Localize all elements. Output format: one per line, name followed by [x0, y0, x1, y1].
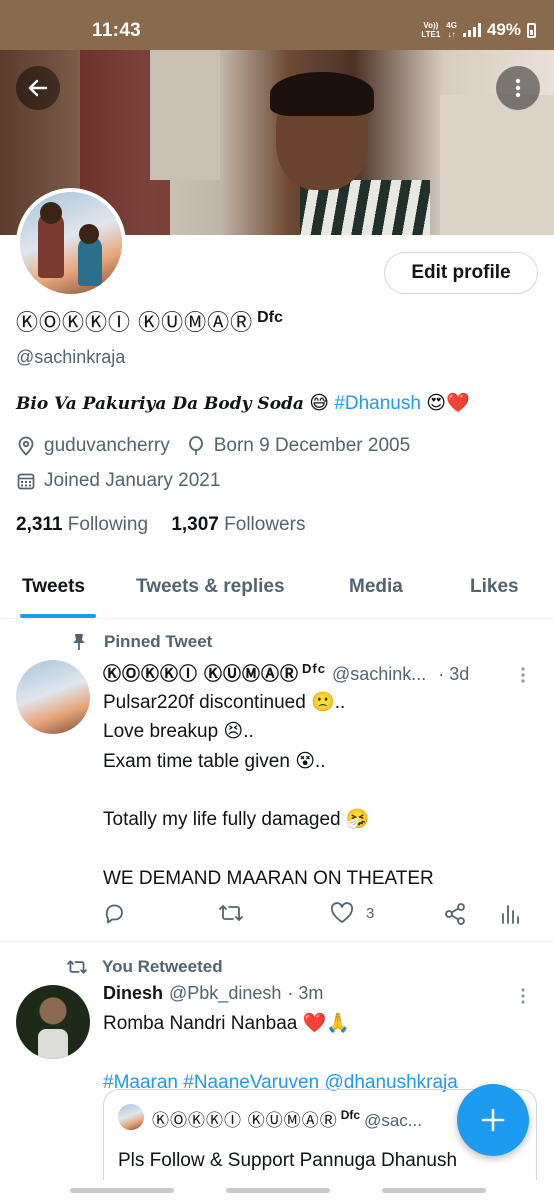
like-button[interactable]: 3 — [330, 902, 374, 924]
more-options-button[interactable] — [496, 66, 540, 110]
tweet-actions: 3 — [103, 902, 533, 928]
tweet-author-handle: @sachink... — [331, 664, 427, 684]
location-icon — [16, 436, 36, 456]
birthday-text: Born 9 December 2005 — [213, 435, 411, 456]
nav-back[interactable] — [382, 1188, 486, 1193]
quoted-text: Pls Follow & Support Pannuga Dhanush — [118, 1150, 458, 1171]
more-vertical-icon — [521, 988, 525, 1004]
followers-link[interactable]: 1,307 Followers — [171, 514, 305, 535]
status-bar: 11:43 Vo)) LTE1 4G ↓↑ 49% — [0, 0, 554, 50]
tweet-author-name[interactable]: Dinesh — [103, 983, 163, 1004]
status-time: 11:43 — [92, 20, 142, 41]
tab-media[interactable]: Media — [349, 576, 403, 598]
analytics-icon — [502, 905, 519, 924]
tweet-more-button[interactable] — [520, 666, 526, 684]
tweet-item[interactable]: You Retweeted Dinesh @Pbk_dinesh · 3m Ro… — [0, 943, 554, 1200]
tweet-avatar[interactable] — [16, 660, 90, 734]
analytics-button[interactable] — [501, 902, 519, 924]
tab-likes[interactable]: Likes — [470, 576, 519, 598]
pin-icon — [68, 633, 90, 651]
more-vertical-icon — [521, 667, 525, 683]
tweet-more-button[interactable] — [520, 987, 526, 1005]
battery-percent: 49% — [486, 20, 521, 39]
tweet-header: Dinesh @Pbk_dinesh · 3m — [103, 983, 323, 1004]
pinned-context: Pinned Tweet — [68, 632, 212, 652]
arrow-left-icon — [28, 79, 48, 97]
tweet-header: ⓀⓄⓀⓀⒾ ⓀⓊⓂⒶⓇ Dfc @sachink... · 3d — [103, 660, 469, 686]
profile-meta-row: guduvancherry Born 9 December 2005 — [16, 435, 410, 457]
battery-icon — [527, 22, 536, 38]
share-icon — [445, 903, 465, 925]
tab-tweets[interactable]: Tweets — [22, 576, 85, 598]
active-tab-indicator — [20, 614, 96, 618]
tweet-item[interactable]: Pinned Tweet ⓀⓄⓀⓀⒾ ⓀⓊⓂⒶⓇ Dfc @sachink... … — [0, 620, 554, 942]
nav-recents[interactable] — [70, 1188, 174, 1193]
status-icons: Vo)) LTE1 4G ↓↑ 49% — [421, 20, 536, 40]
tweet-text: Pulsar220f discontinued 🙁.. Love breakup … — [103, 692, 434, 889]
location-text: guduvancherry — [44, 435, 170, 456]
retweet-context: You Retweeted — [66, 957, 223, 977]
plus-icon — [481, 1108, 505, 1132]
follow-stats: 2,311 Following 1,307 Followers — [16, 514, 305, 536]
edit-profile-button[interactable]: Edit profile — [384, 252, 538, 294]
profile-bio: Bio Va Pakuriya Da Body Soda 😅 #Dhanush … — [16, 393, 470, 414]
retweet-icon — [66, 958, 88, 976]
tweet-time: · 3d — [438, 664, 470, 684]
tweet-text: Romba Nandri Nanbaa ❤️🙏 #Maaran #NaaneVa… — [103, 1009, 458, 1097]
balloon-icon — [186, 436, 206, 456]
nav-home[interactable] — [226, 1188, 330, 1193]
tweet-avatar[interactable] — [16, 985, 90, 1059]
tweet-author-name[interactable]: ⓀⓄⓀⓀⒾ ⓀⓊⓂⒶⓇ Dfc — [103, 660, 326, 686]
joined-text: Joined January 2021 — [44, 470, 221, 491]
signal-icon — [462, 23, 481, 37]
system-nav-bar — [0, 1180, 554, 1200]
retweet-icon — [219, 905, 243, 921]
profile-name: ⓀⓄⓀⓀⒾ ⓀⓊⓂⒶⓇ Dfc — [16, 309, 283, 335]
reply-button[interactable] — [103, 902, 125, 924]
hashtag-link[interactable]: #Dhanush — [334, 393, 421, 414]
profile-avatar[interactable] — [16, 188, 126, 298]
compose-tweet-button[interactable] — [457, 1084, 529, 1156]
retweet-button[interactable] — [218, 902, 244, 924]
more-vertical-icon — [515, 78, 521, 98]
profile-tabs: Tweets Tweets & replies Media Likes — [0, 562, 554, 619]
following-link[interactable]: 2,311 Following — [16, 514, 148, 535]
tab-tweets-replies[interactable]: Tweets & replies — [136, 576, 285, 598]
tweet-author-handle: @Pbk_dinesh — [169, 983, 282, 1003]
back-button[interactable] — [16, 66, 60, 110]
reply-icon — [105, 904, 123, 924]
share-button[interactable] — [443, 902, 467, 926]
calendar-icon — [16, 471, 36, 491]
profile-handle: @sachinkraja — [16, 347, 126, 367]
quoted-author: ⓀⓄⓀⓀⒾ ⓀⓊⓂⒶⓇ Dfc @sac... — [152, 1108, 422, 1130]
volte-indicator: Vo)) LTE1 — [421, 21, 441, 39]
profile-joined-row: Joined January 2021 — [16, 470, 220, 492]
heart-icon — [330, 902, 354, 923]
tweet-time: · 3m — [287, 983, 324, 1003]
data-indicator: 4G ↓↑ — [446, 21, 457, 39]
quoted-avatar — [118, 1104, 144, 1130]
like-count: 3 — [366, 904, 375, 922]
